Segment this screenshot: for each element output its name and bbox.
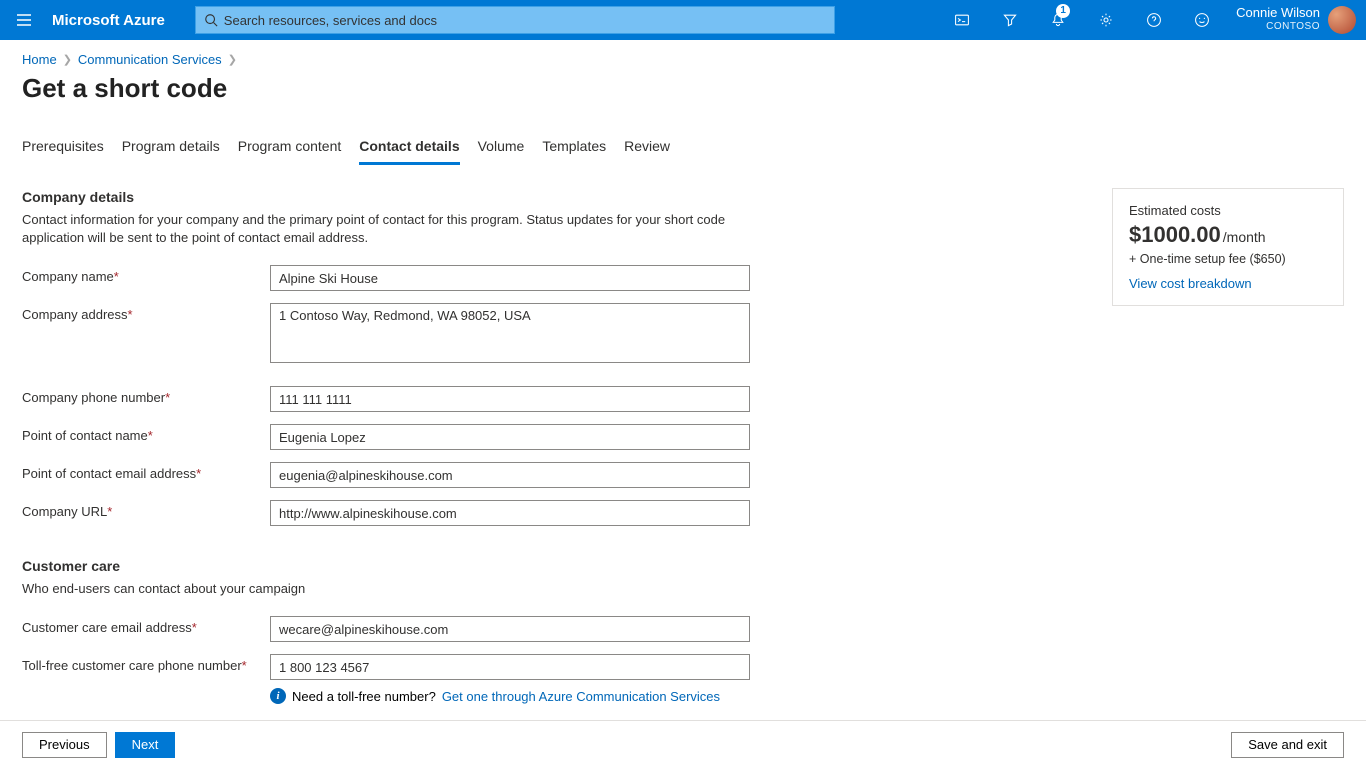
company-url-label: Company URL — [22, 504, 107, 519]
poc-email-label: Point of contact email address — [22, 466, 196, 481]
company-phone-label: Company phone number — [22, 390, 165, 405]
account-user-name: Connie Wilson — [1236, 6, 1320, 20]
page-title: Get a short code — [22, 73, 1344, 104]
tab-review[interactable]: Review — [624, 138, 670, 165]
breadcrumb-level1[interactable]: Communication Services — [78, 52, 222, 67]
company-address-input[interactable] — [270, 303, 750, 363]
notifications-icon[interactable]: 1 — [1034, 0, 1082, 40]
estimated-cost-card: Estimated costs $1000.00/month + One-tim… — [1112, 188, 1344, 306]
feedback-icon[interactable] — [1178, 0, 1226, 40]
tab-volume[interactable]: Volume — [478, 138, 525, 165]
cc-email-label: Customer care email address — [22, 620, 192, 635]
help-icon[interactable] — [1130, 0, 1178, 40]
settings-icon[interactable] — [1082, 0, 1130, 40]
cost-header: Estimated costs — [1129, 203, 1327, 218]
wizard-footer: Previous Next Save and exit — [0, 720, 1366, 768]
avatar — [1328, 6, 1356, 34]
tab-prerequisites[interactable]: Prerequisites — [22, 138, 104, 165]
top-bar: Microsoft Azure 1 Connie Wilson CONTOSO — [0, 0, 1366, 40]
account-directory: CONTOSO — [1236, 20, 1320, 34]
poc-name-input[interactable] — [270, 424, 750, 450]
info-icon: i — [270, 688, 286, 704]
cc-phone-input[interactable] — [270, 654, 750, 680]
customer-care-description: Who end-users can contact about your cam… — [22, 580, 742, 598]
company-address-label: Company address — [22, 307, 128, 322]
toll-free-hint-text: Need a toll-free number? — [292, 689, 436, 704]
cc-phone-label: Toll-free customer care phone number — [22, 658, 242, 673]
cc-email-input[interactable] — [270, 616, 750, 642]
tab-templates[interactable]: Templates — [542, 138, 606, 165]
poc-email-input[interactable] — [270, 462, 750, 488]
tab-program-details[interactable]: Program details — [122, 138, 220, 165]
cost-amount: $1000.00 — [1129, 222, 1221, 248]
company-name-input[interactable] — [270, 265, 750, 291]
save-and-exit-button[interactable]: Save and exit — [1231, 732, 1344, 758]
breadcrumb: Home ❯ Communication Services ❯ — [22, 52, 1344, 67]
menu-icon[interactable] — [0, 0, 48, 40]
cost-breakdown-link[interactable]: View cost breakdown — [1129, 276, 1252, 291]
page-body: Home ❯ Communication Services ❯ Get a sh… — [0, 40, 1366, 720]
poc-name-label: Point of contact name — [22, 428, 148, 443]
company-details-heading: Company details — [22, 189, 782, 205]
global-search[interactable] — [195, 6, 835, 34]
company-details-description: Contact information for your company and… — [22, 211, 742, 247]
company-name-label: Company name — [22, 269, 114, 284]
chevron-right-icon: ❯ — [63, 53, 72, 66]
brand-label: Microsoft Azure — [48, 12, 195, 29]
top-icons: 1 Connie Wilson CONTOSO — [938, 0, 1366, 40]
toll-free-hint: i Need a toll-free number? Get one throu… — [270, 688, 782, 704]
cloud-shell-icon[interactable] — [938, 0, 986, 40]
notification-badge: 1 — [1056, 4, 1070, 18]
search-icon — [204, 13, 218, 27]
tab-contact-details[interactable]: Contact details — [359, 138, 459, 165]
account-menu[interactable]: Connie Wilson CONTOSO — [1226, 0, 1366, 40]
tab-program-content[interactable]: Program content — [238, 138, 342, 165]
previous-button[interactable]: Previous — [22, 732, 107, 758]
directory-filter-icon[interactable] — [986, 0, 1034, 40]
next-button[interactable]: Next — [115, 732, 176, 758]
breadcrumb-home[interactable]: Home — [22, 52, 57, 67]
toll-free-hint-link[interactable]: Get one through Azure Communication Serv… — [442, 689, 720, 704]
search-input[interactable] — [224, 13, 826, 28]
chevron-right-icon: ❯ — [228, 53, 237, 66]
cost-setup-fee: + One-time setup fee ($650) — [1129, 252, 1327, 266]
company-url-input[interactable] — [270, 500, 750, 526]
wizard-tabs: Prerequisites Program details Program co… — [22, 138, 1344, 165]
company-phone-input[interactable] — [270, 386, 750, 412]
cost-period: /month — [1223, 229, 1266, 245]
customer-care-heading: Customer care — [22, 558, 782, 574]
